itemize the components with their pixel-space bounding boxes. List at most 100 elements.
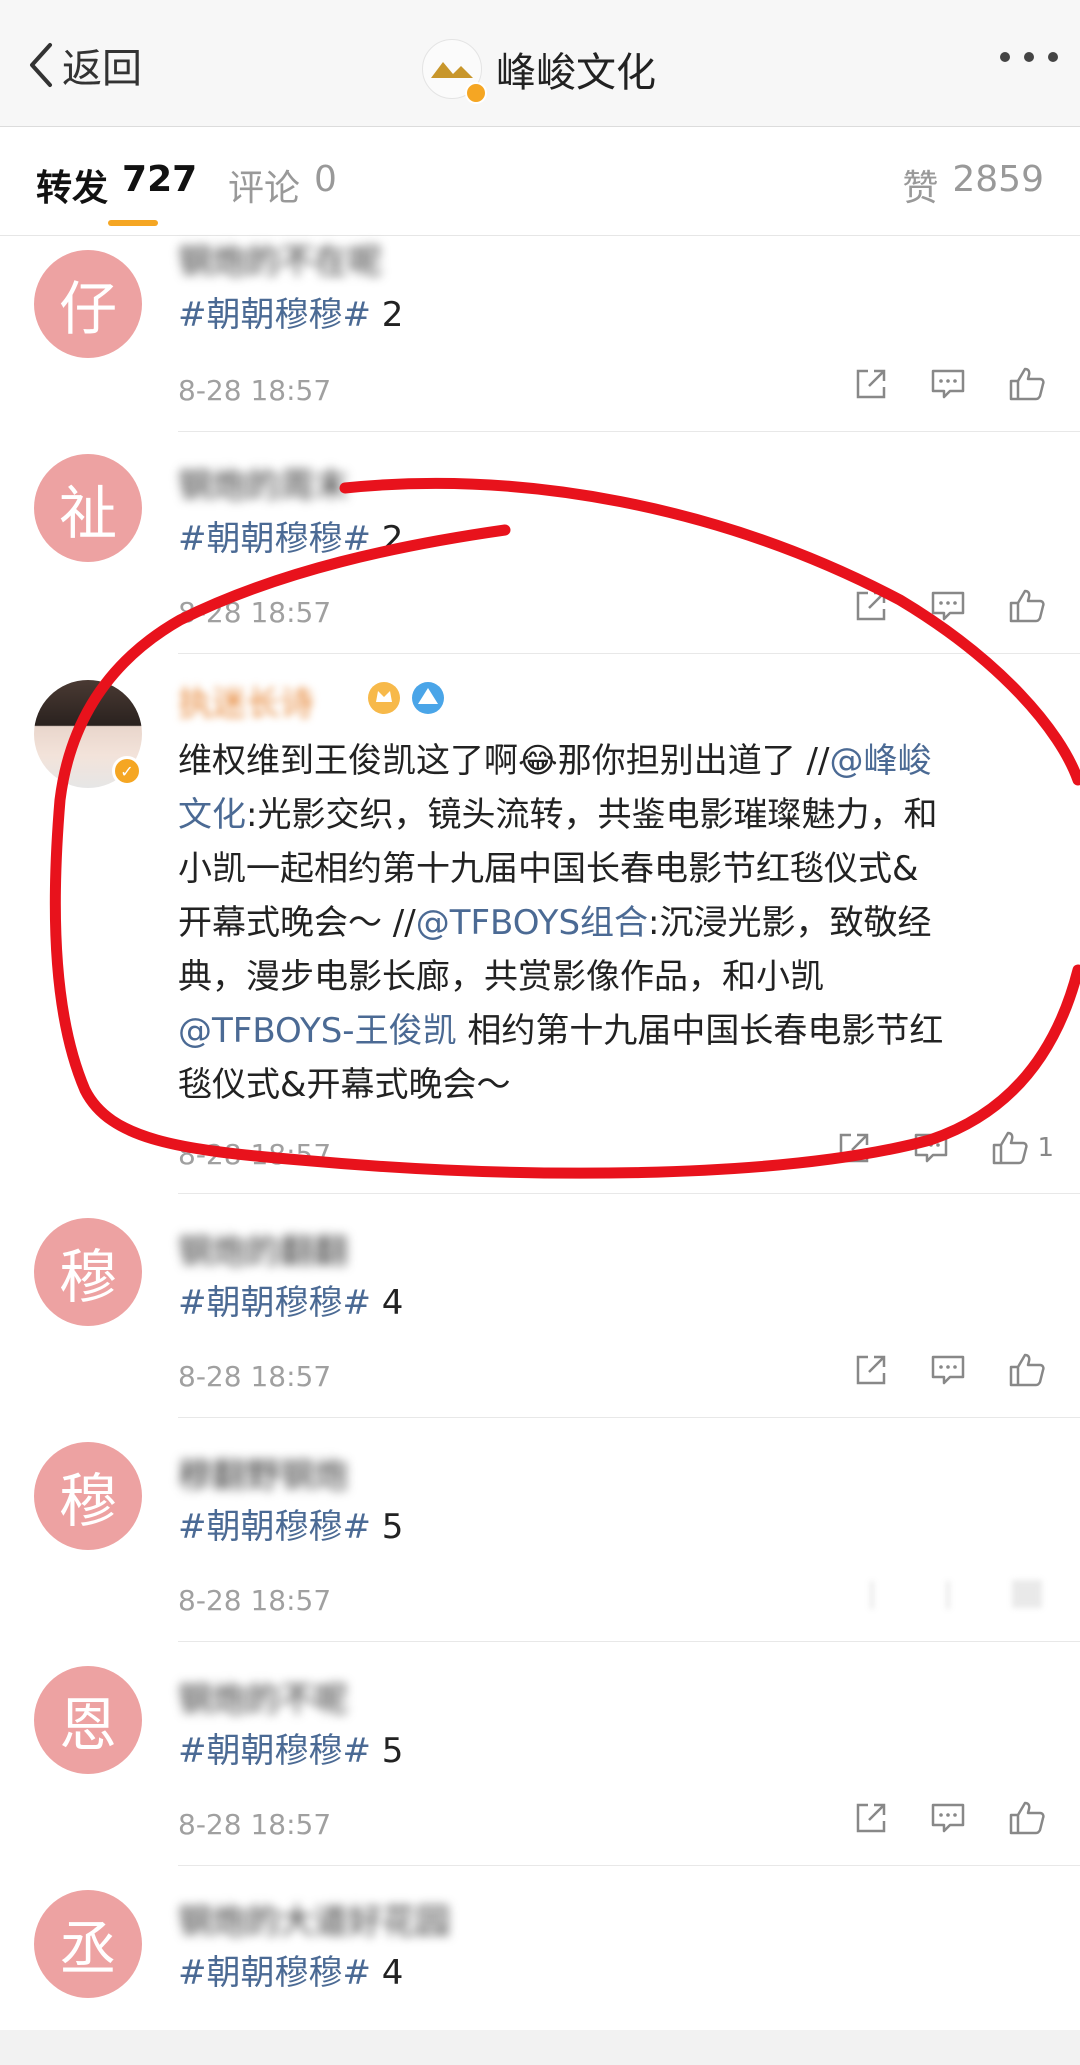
share-button[interactable] xyxy=(854,1353,888,1387)
avatar[interactable]: 穆 xyxy=(34,1218,142,1326)
action-bar xyxy=(854,1800,1046,1836)
list-item[interactable]: 祉 钢炮的周末 #朝朝穆穆# 2 8-28 18:57 xyxy=(0,432,1080,654)
top-nav-bar: 返回 峰峻文化 xyxy=(0,0,1080,127)
text-line: @TFBOYS-王俊凯 相约第十九届中国长春电影节红 xyxy=(178,1004,1048,1058)
repost-text-body: 4 xyxy=(370,1953,404,1993)
list-item[interactable]: 丞 钢炮的大道好花园 #朝朝穆穆# 4 xyxy=(0,1866,1080,2030)
repost-text-body: 2 xyxy=(370,295,404,335)
like-button[interactable] xyxy=(1008,588,1046,624)
comment-icon xyxy=(931,1803,965,1833)
more-options-icon[interactable] xyxy=(1000,52,1058,62)
username[interactable]: 钢炮的周末 xyxy=(178,458,348,507)
share-icon xyxy=(840,1133,869,1163)
list-item[interactable]: ✓ 执迷长诗 维权维到王俊凯这了啊😂那你担别出道了 //@峰峻 文化:光影交织，… xyxy=(0,654,1080,1194)
comment-icon xyxy=(931,1355,965,1385)
username[interactable]: 钢炮的大道好花园 xyxy=(178,1894,450,1943)
tab-like[interactable]: 赞 2859 xyxy=(902,159,1044,211)
share-button[interactable] xyxy=(837,1131,871,1165)
tab-repost[interactable]: 转发 727 xyxy=(36,159,197,211)
repost-text-body: 5 xyxy=(370,1731,404,1771)
topic-link[interactable]: #朝朝穆穆# xyxy=(178,1953,371,1993)
avatar[interactable]: 恩 xyxy=(34,1666,142,1774)
list-item[interactable]: 仔 钢炮的不在呢 #朝朝穆穆# 2 8-28 18:57 xyxy=(0,236,1080,432)
topic-link[interactable]: #朝朝穆穆# xyxy=(178,1507,371,1547)
avatar[interactable]: 丞 xyxy=(34,1890,142,1998)
mention-link[interactable]: @峰峻 xyxy=(829,741,931,781)
timestamp: 8-28 18:57 xyxy=(178,1360,332,1393)
tab-repost-count: 727 xyxy=(122,159,198,200)
account-avatar xyxy=(422,39,487,104)
topic-link[interactable]: #朝朝穆穆# xyxy=(178,295,371,335)
thumbs-up-icon xyxy=(1009,589,1045,623)
comment-button[interactable] xyxy=(930,589,966,623)
chevron-left-icon xyxy=(30,43,52,87)
topic-link[interactable]: #朝朝穆穆# xyxy=(178,1731,371,1771)
repost-text: #朝朝穆穆# 4 xyxy=(178,1946,403,2000)
action-bar xyxy=(854,1576,1046,1612)
mention-link[interactable]: @TFBOYS组合 xyxy=(416,903,648,943)
comment-button[interactable] xyxy=(913,1131,949,1165)
list-item[interactable]: 穆 穆翻野钢炮 #朝朝穆穆# 5 8-28 18:57 xyxy=(0,1418,1080,1642)
avatar[interactable]: 穆 xyxy=(34,1442,142,1550)
comment-icon xyxy=(915,1133,948,1163)
tab-repost-label: 转发 xyxy=(36,168,109,209)
text-line: 文化:光影交织，镜头流转，共鉴电影璀璨魅力，和 xyxy=(178,788,1048,842)
dot-icon xyxy=(1048,52,1058,62)
username[interactable]: 钢炮的翻翻 xyxy=(178,1224,348,1273)
account-title[interactable]: 峰峻文化 xyxy=(422,38,656,104)
text-segment: 相约第十九届中国长春电影节红 xyxy=(456,1011,944,1051)
timestamp: 8-28 18:57 xyxy=(178,374,332,407)
comment-icon xyxy=(931,369,965,399)
like-button[interactable]: 1 xyxy=(991,1130,1054,1166)
avatar[interactable]: ✓ xyxy=(34,680,142,788)
comment-button[interactable] xyxy=(930,1577,966,1611)
like-button[interactable] xyxy=(1008,1576,1046,1612)
text-line: 开幕式晚会～ //@TFBOYS组合:沉浸光影，致敬经 xyxy=(178,896,1048,950)
comment-button[interactable] xyxy=(930,1801,966,1835)
like-button[interactable] xyxy=(1008,1800,1046,1836)
avatar[interactable]: 仔 xyxy=(34,250,142,358)
timestamp: 8-28 18:57 xyxy=(178,1584,332,1617)
topic-link[interactable]: #朝朝穆穆# xyxy=(178,1283,371,1323)
repost-text-body: 4 xyxy=(370,1283,404,1323)
text-segment: 维权维到王俊凯这了啊 xyxy=(178,741,518,781)
page-title: 峰峻文化 xyxy=(496,50,656,96)
thumbs-up-icon xyxy=(1009,367,1045,401)
avatar[interactable]: 祉 xyxy=(34,454,142,562)
tab-comment[interactable]: 评论 0 xyxy=(228,159,337,211)
share-button[interactable] xyxy=(854,589,888,623)
dot-icon xyxy=(1024,52,1034,62)
list-item[interactable]: 穆 钢炮的翻翻 #朝朝穆穆# 4 8-28 18:57 xyxy=(0,1194,1080,1418)
username[interactable]: 穆翻野钢炮 xyxy=(178,1448,348,1497)
list-item[interactable]: 恩 钢炮的不呢 #朝朝穆穆# 5 8-28 18:57 xyxy=(0,1642,1080,1866)
mention-link[interactable]: 文化 xyxy=(178,795,246,835)
topic-link[interactable]: #朝朝穆穆# xyxy=(178,519,371,559)
like-button[interactable] xyxy=(1008,366,1046,402)
repost-text: #朝朝穆穆# 2 xyxy=(178,288,403,342)
share-button[interactable] xyxy=(854,367,888,401)
text-segment: :光影交织，镜头流转，共鉴电影璀璨魅力，和 xyxy=(246,795,938,835)
like-button[interactable] xyxy=(1008,1352,1046,1388)
mention-link[interactable]: @TFBOYS-王俊凯 xyxy=(178,1011,457,1051)
thumbs-up-icon xyxy=(1009,1353,1045,1387)
back-button[interactable]: 返回 xyxy=(26,38,142,92)
username[interactable]: 钢炮的不呢 xyxy=(178,1672,348,1721)
username[interactable]: 钢炮的不在呢 xyxy=(178,234,382,283)
share-icon xyxy=(856,1355,886,1385)
text-line: 小凯一起相约第十九届中国长春电影节红毯仪式& xyxy=(178,842,1048,896)
text-segment: :沉浸光影，致敬经 xyxy=(648,903,932,943)
repost-text-body: 5 xyxy=(370,1507,404,1547)
comment-button[interactable] xyxy=(930,1353,966,1387)
tab-comment-label: 评论 xyxy=(228,168,301,209)
username[interactable]: 执迷长诗 xyxy=(178,676,314,725)
repost-text: #朝朝穆穆# 4 xyxy=(178,1276,403,1330)
share-button[interactable] xyxy=(854,1801,888,1835)
tab-bar: 转发 727 评论 0 赞 2859 xyxy=(0,127,1080,236)
action-bar xyxy=(854,1352,1046,1388)
share-icon xyxy=(856,369,886,399)
share-button[interactable] xyxy=(854,1577,888,1611)
back-label: 返回 xyxy=(62,46,142,92)
repost-text: #朝朝穆穆# 5 xyxy=(178,1724,403,1778)
comment-button[interactable] xyxy=(930,367,966,401)
active-tab-indicator xyxy=(108,220,158,226)
